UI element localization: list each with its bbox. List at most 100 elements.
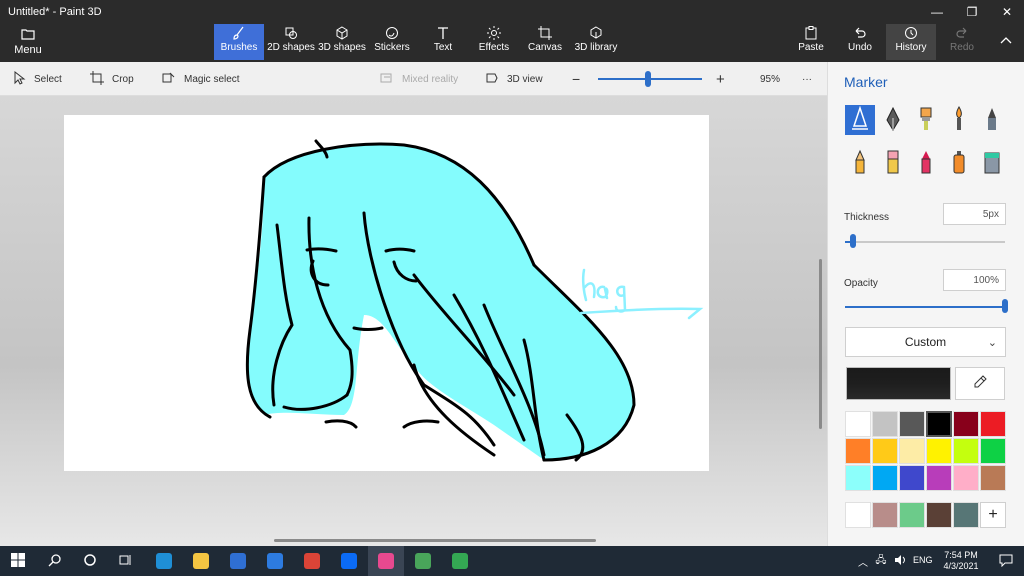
color-swatch[interactable] <box>899 465 925 491</box>
marker-brush[interactable] <box>845 105 875 135</box>
zoom-percent[interactable]: 95% <box>760 62 780 96</box>
mixed-reality-button[interactable]: Mixed reality <box>380 62 458 96</box>
undo-button[interactable]: Undo <box>846 24 874 60</box>
minimize-button[interactable]: — <box>920 0 954 24</box>
redo-button[interactable]: Redo <box>948 24 976 60</box>
select-button[interactable]: Select <box>12 62 62 96</box>
close-button[interactable]: ✕ <box>990 0 1024 24</box>
color-swatch[interactable] <box>872 411 898 437</box>
eyedropper-icon <box>973 375 987 392</box>
start-button[interactable] <box>0 546 36 576</box>
workspace: hag <box>0 96 827 546</box>
store-taskbar-button[interactable] <box>220 546 256 576</box>
current-color-swatch[interactable] <box>846 367 951 400</box>
tab-stickers[interactable]: Stickers <box>370 24 414 60</box>
language-indicator[interactable]: ENG <box>913 555 933 565</box>
app-taskbar-button[interactable] <box>405 546 441 576</box>
tab-brushes[interactable]: Brushes <box>214 24 264 60</box>
file-explorer-taskbar-button[interactable] <box>183 546 219 576</box>
drawing-canvas[interactable]: hag <box>64 115 709 471</box>
fill-bucket-brush[interactable] <box>977 148 1007 178</box>
magic-select-button[interactable]: Magic select <box>162 62 240 96</box>
color-swatch[interactable] <box>899 438 925 464</box>
3d-view-label: 3D view <box>507 73 543 85</box>
notifications-button[interactable] <box>988 546 1024 576</box>
custom-color-swatch[interactable] <box>926 502 952 528</box>
color-swatch[interactable] <box>926 438 952 464</box>
color-swatch[interactable] <box>980 465 1006 491</box>
thickness-input[interactable]: 5px <box>943 203 1006 225</box>
zoom-slider-thumb[interactable] <box>645 71 651 87</box>
undo-icon <box>846 26 874 42</box>
clock[interactable]: 7:54 PM 4/3/2021 <box>940 550 982 572</box>
add-color-button[interactable]: + <box>980 502 1006 528</box>
thickness-slider-track[interactable] <box>845 241 1005 243</box>
oil-brush[interactable] <box>911 105 941 135</box>
tab-3d-library[interactable]: 3D library <box>574 24 618 60</box>
network-tray[interactable]: 🖧 <box>872 546 890 576</box>
opacity-slider-thumb[interactable] <box>1002 299 1008 313</box>
pencil-brush[interactable] <box>845 148 875 178</box>
color-swatch[interactable] <box>980 411 1006 437</box>
tab-3d-shapes[interactable]: 3D shapes <box>318 24 366 60</box>
color-mode-dropdown[interactable]: Custom ⌄ <box>845 327 1006 357</box>
mail-taskbar-button[interactable] <box>257 546 293 576</box>
eraser-brush[interactable] <box>878 148 908 178</box>
restore-button[interactable]: ❐ <box>955 0 989 24</box>
zalo-taskbar-button[interactable] <box>331 546 367 576</box>
paint3d-taskbar-button[interactable] <box>368 546 404 576</box>
horizontal-scrollbar[interactable] <box>274 539 596 542</box>
color-swatch[interactable] <box>953 465 979 491</box>
volume-tray[interactable] <box>891 546 909 576</box>
crop-button[interactable]: Crop <box>90 62 134 96</box>
color-swatch[interactable] <box>953 438 979 464</box>
custom-color-swatch[interactable] <box>899 502 925 528</box>
vertical-scrollbar[interactable] <box>819 259 822 429</box>
color-swatch[interactable] <box>926 465 952 491</box>
color-mode-value: Custom <box>904 335 947 349</box>
tab-effects[interactable]: Effects <box>474 24 514 60</box>
custom-color-swatch[interactable] <box>845 502 871 528</box>
paste-button[interactable]: Paste <box>796 24 826 60</box>
chrome-alt-taskbar-button[interactable] <box>442 546 478 576</box>
color-swatch[interactable] <box>953 411 979 437</box>
color-swatch[interactable] <box>872 438 898 464</box>
opacity-input[interactable]: 100% <box>943 269 1006 291</box>
tab-2d-shapes[interactable]: 2D shapes <box>266 24 316 60</box>
tab-canvas[interactable]: Canvas <box>526 24 564 60</box>
cortana-button[interactable] <box>72 546 108 576</box>
color-swatch[interactable] <box>845 465 871 491</box>
history-icon <box>886 26 936 42</box>
paste-label: Paste <box>798 42 824 53</box>
eyedropper-button[interactable] <box>955 367 1005 400</box>
task-view-button[interactable] <box>107 546 143 576</box>
color-swatch[interactable] <box>845 411 871 437</box>
custom-color-swatch[interactable] <box>872 502 898 528</box>
tab-label: 3D shapes <box>318 42 366 53</box>
color-swatch[interactable] <box>872 465 898 491</box>
pixel-pen-brush[interactable] <box>977 105 1007 135</box>
calligraphy-pen-brush[interactable] <box>878 105 908 135</box>
thickness-slider-thumb[interactable] <box>849 234 856 248</box>
chrome-taskbar-button[interactable] <box>294 546 330 576</box>
3d-view-button[interactable]: 3D view <box>485 62 543 96</box>
search-button[interactable] <box>37 546 73 576</box>
color-swatch[interactable] <box>899 411 925 437</box>
watercolor-brush[interactable] <box>944 105 974 135</box>
crayon-brush[interactable] <box>911 148 941 178</box>
custom-color-swatch[interactable] <box>953 502 979 528</box>
tray-overflow-button[interactable]: ︿ <box>853 546 873 576</box>
color-swatch[interactable] <box>926 411 952 437</box>
spray-can-brush[interactable] <box>944 148 974 178</box>
zoom-in-button[interactable]: + <box>716 62 725 96</box>
menu-button[interactable]: Menu <box>10 28 46 58</box>
more-options-button[interactable]: ··· <box>802 62 812 96</box>
history-button[interactable]: History <box>886 24 936 60</box>
zoom-out-button[interactable]: − <box>572 62 580 96</box>
color-swatch[interactable] <box>980 438 1006 464</box>
edge-taskbar-button[interactable] <box>146 546 182 576</box>
collapse-ribbon-button[interactable] <box>994 24 1018 60</box>
color-swatch[interactable] <box>845 438 871 464</box>
tab-text[interactable]: Text <box>424 24 462 60</box>
oil-brush-icon <box>915 106 937 135</box>
